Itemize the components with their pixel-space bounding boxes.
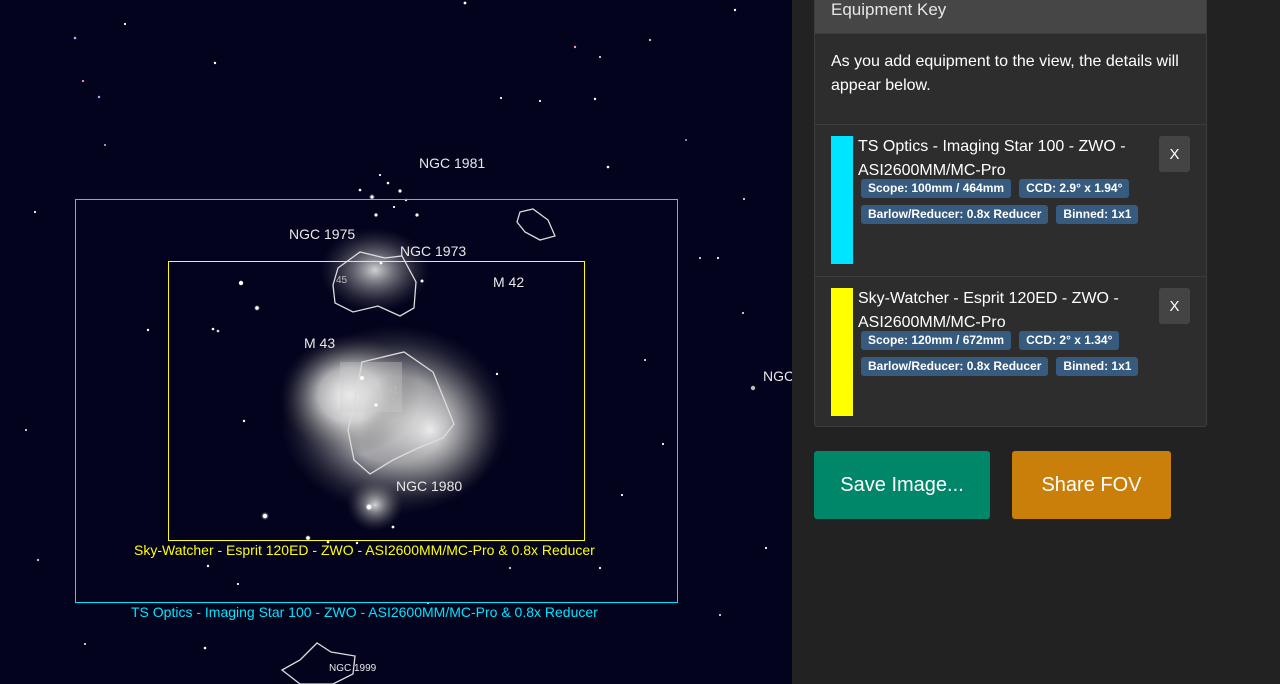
- fov-caption-ts-optics: TS Optics - Imaging Star 100 - ZWO - ASI…: [131, 604, 598, 620]
- barlow-badge: Barlow/Reducer: 0.8x Reducer: [861, 357, 1049, 376]
- equipment-key-title: Equipment Key: [831, 0, 947, 19]
- save-image-button[interactable]: Save Image...: [814, 451, 990, 519]
- scope-badge: Scope: 100mm / 464mm: [861, 179, 1012, 198]
- equipment-badges: Barlow/Reducer: 0.8x Reducer Binned: 1x1: [861, 357, 1139, 376]
- equipment-badges: Barlow/Reducer: 0.8x Reducer Binned: 1x1: [861, 205, 1139, 224]
- scope-badge: Scope: 120mm / 672mm: [861, 331, 1012, 350]
- sky-chart[interactable]: NGC 1981 NGC 1975 NGC 1973 M 42 M 43 NGC…: [0, 0, 792, 684]
- equipment-title: TS Optics - Imaging Star 100 - ZWO - ASI…: [858, 138, 1126, 179]
- equipment-badges: Scope: 120mm / 672mm CCD: 2° x 1.34°: [861, 331, 1120, 350]
- remove-equipment-button[interactable]: X: [1159, 288, 1190, 324]
- fov-caption-skywatcher: Sky-Watcher - Esprit 120ED - ZWO - ASI26…: [134, 542, 595, 558]
- ccd-badge: CCD: 2.9° x 1.94°: [1019, 179, 1130, 198]
- barlow-badge: Barlow/Reducer: 0.8x Reducer: [861, 205, 1049, 224]
- binned-badge: Binned: 1x1: [1056, 205, 1139, 224]
- equipment-key-header: Equipment Key: [815, 0, 1206, 34]
- equipment-color-swatch: [831, 136, 853, 264]
- equipment-badges: Scope: 100mm / 464mm CCD: 2.9° x 1.94°: [861, 179, 1130, 198]
- remove-equipment-button[interactable]: X: [1159, 136, 1190, 172]
- label-ngc-1981: NGC 1981: [419, 155, 486, 171]
- equipment-item: Sky-Watcher - Esprit 120ED - ZWO - ASI26…: [815, 276, 1206, 426]
- binned-badge: Binned: 1x1: [1056, 357, 1139, 376]
- side-panel: Equipment Key As you add equipment to th…: [792, 0, 1280, 684]
- label-ngc-1999: NGC 1999: [329, 663, 377, 674]
- fov-frame-skywatcher: [168, 261, 585, 541]
- ccd-badge: CCD: 2° x 1.34°: [1019, 331, 1120, 350]
- equipment-key-card: Equipment Key As you add equipment to th…: [814, 0, 1207, 427]
- equipment-item: TS Optics - Imaging Star 100 - ZWO - ASI…: [815, 124, 1206, 276]
- share-fov-button[interactable]: Share FOV: [1012, 451, 1171, 519]
- equipment-color-swatch: [831, 288, 853, 416]
- label-ngc-partial: NGC: [763, 368, 792, 384]
- equipment-key-intro: As you add equipment to the view, the de…: [831, 53, 1179, 94]
- equipment-title: Sky-Watcher - Esprit 120ED - ZWO - ASI26…: [858, 290, 1119, 331]
